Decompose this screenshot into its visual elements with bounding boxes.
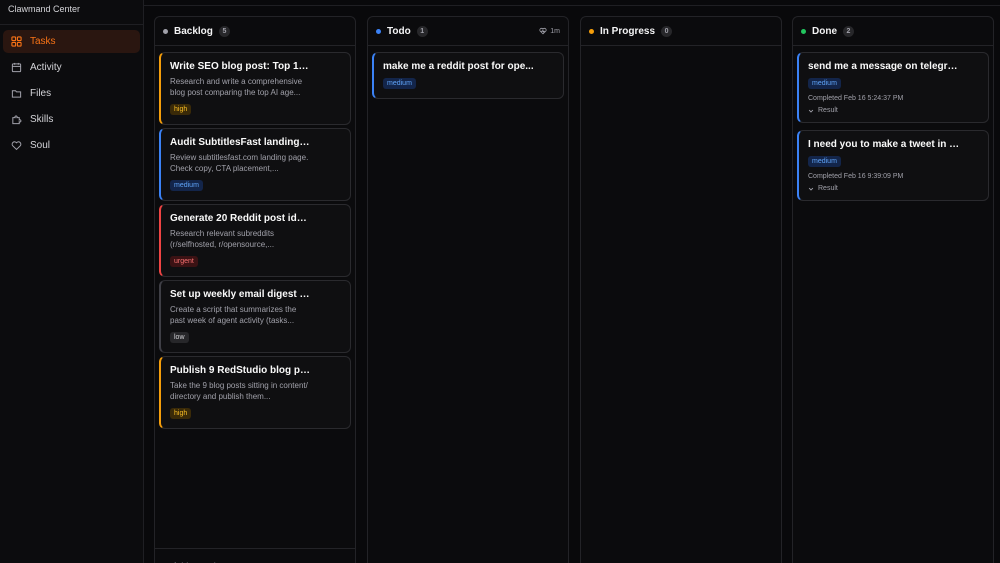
column-header: Todo 1 1m <box>368 17 568 46</box>
priority-badge: medium <box>170 180 203 191</box>
chevron-down-icon <box>808 109 814 113</box>
status-dot <box>801 28 806 34</box>
sidebar-item-activity[interactable]: Activity <box>3 56 140 79</box>
heartbeat-indicator: 1m <box>539 27 560 35</box>
sidebar-item-label: Skills <box>30 114 54 125</box>
column-count-badge: 1 <box>416 25 428 37</box>
column-todo: Todo 1 1m make me a reddit post for ope.… <box>367 16 569 563</box>
puzzle-icon <box>11 114 22 125</box>
task-card[interactable]: Set up weekly email digest of ... Create… <box>159 280 351 353</box>
card-title: I need you to make a tweet in my ... <box>808 139 960 150</box>
priority-badge: medium <box>383 78 416 89</box>
status-dot <box>376 28 381 34</box>
card-description: Take the 9 blog posts sitting in content… <box>170 381 308 401</box>
sidebar-item-label: Soul <box>30 140 51 151</box>
sidebar-item-files[interactable]: Files <box>3 82 140 105</box>
priority-badge: high <box>170 408 192 419</box>
task-card[interactable]: Publish 9 RedStudio blog post... Take th… <box>159 356 351 429</box>
status-dot <box>589 28 594 34</box>
card-title: send me a message on telegram ... <box>808 61 960 72</box>
column-title: Todo <box>387 25 411 37</box>
column-header: In Progress 0 <box>581 17 781 46</box>
card-description: Research relevant subreddits (r/selfhost… <box>170 229 275 249</box>
chevron-down-icon <box>808 187 814 191</box>
heartbeat-interval: 1m <box>550 27 560 35</box>
card-title: Audit SubtitlesFast landing pa... <box>170 137 310 148</box>
card-description: Review subtitlesfast.com landing page. C… <box>170 153 309 173</box>
app-title: Clawmand Center <box>0 0 143 25</box>
task-card[interactable]: Audit SubtitlesFast landing pa... Review… <box>159 128 351 201</box>
task-card[interactable]: make me a reddit post for ope... medium <box>372 52 564 99</box>
folder-icon <box>11 88 22 99</box>
priority-badge: urgent <box>170 256 198 267</box>
card-description: Research and write a comprehensive blog … <box>170 77 303 97</box>
sidebar-nav: Tasks Activity Files Skills Soul <box>0 25 143 165</box>
result-label: Result <box>818 185 838 192</box>
status-dot <box>163 28 168 34</box>
heart-icon <box>11 140 22 151</box>
task-card[interactable]: I need you to make a tweet in my ... med… <box>797 130 989 201</box>
priority-badge: high <box>170 104 192 115</box>
priority-badge: medium <box>808 78 841 89</box>
priority-badge: medium <box>808 156 841 167</box>
sidebar-item-tasks[interactable]: Tasks <box>3 30 140 53</box>
sidebar-item-label: Tasks <box>30 36 56 47</box>
task-card[interactable]: Generate 20 Reddit post ideas... Researc… <box>159 204 351 277</box>
completed-timestamp: Completed Feb 16 9:39:09 PM <box>808 173 904 180</box>
sidebar-item-soul[interactable]: Soul <box>3 134 140 157</box>
task-card[interactable]: send me a message on telegram ... medium… <box>797 52 989 123</box>
card-title: Publish 9 RedStudio blog post... <box>170 365 310 376</box>
task-card[interactable]: Write SEO blog post: Top 10 AI... Resear… <box>159 52 351 125</box>
add-card-button[interactable]: + Add a card <box>155 548 355 563</box>
column-title: Done <box>812 25 837 37</box>
grid-icon <box>11 36 22 47</box>
completed-timestamp: Completed Feb 16 5:24:37 PM <box>808 95 904 102</box>
card-title: make me a reddit post for ope... <box>383 61 534 72</box>
column-count-badge: 5 <box>218 25 230 37</box>
column-header: Backlog 5 <box>155 17 355 46</box>
column-done: Done 2 send me a message on telegram ...… <box>792 16 994 563</box>
column-title: In Progress <box>600 25 656 37</box>
column-count-badge: 2 <box>843 25 854 37</box>
column-in-progress: In Progress 0 <box>580 16 782 563</box>
result-toggle[interactable]: Result <box>808 107 979 114</box>
column-title: Backlog <box>174 25 213 37</box>
priority-badge: low <box>170 332 189 343</box>
card-title: Set up weekly email digest of ... <box>170 289 310 300</box>
card-title: Generate 20 Reddit post ideas... <box>170 213 310 224</box>
sidebar-item-skills[interactable]: Skills <box>3 108 140 131</box>
top-bar <box>144 0 1000 6</box>
calendar-icon <box>11 62 22 73</box>
heart-pulse-icon <box>539 27 547 35</box>
sidebar-item-label: Files <box>30 88 52 99</box>
column-count-badge: 0 <box>661 25 673 37</box>
card-title: Write SEO blog post: Top 10 AI... <box>170 61 310 72</box>
app: Clawmand Center Tasks Activity Files Ski… <box>0 0 1000 563</box>
column-header: Done 2 <box>793 17 993 46</box>
result-label: Result <box>818 107 838 114</box>
sidebar: Clawmand Center Tasks Activity Files Ski… <box>0 0 144 563</box>
sidebar-item-label: Activity <box>30 62 62 73</box>
result-toggle[interactable]: Result <box>808 185 979 192</box>
card-description: Create a script that summarizes the past… <box>170 305 297 325</box>
column-backlog: Backlog 5 Write SEO blog post: Top 10 AI… <box>154 16 356 563</box>
